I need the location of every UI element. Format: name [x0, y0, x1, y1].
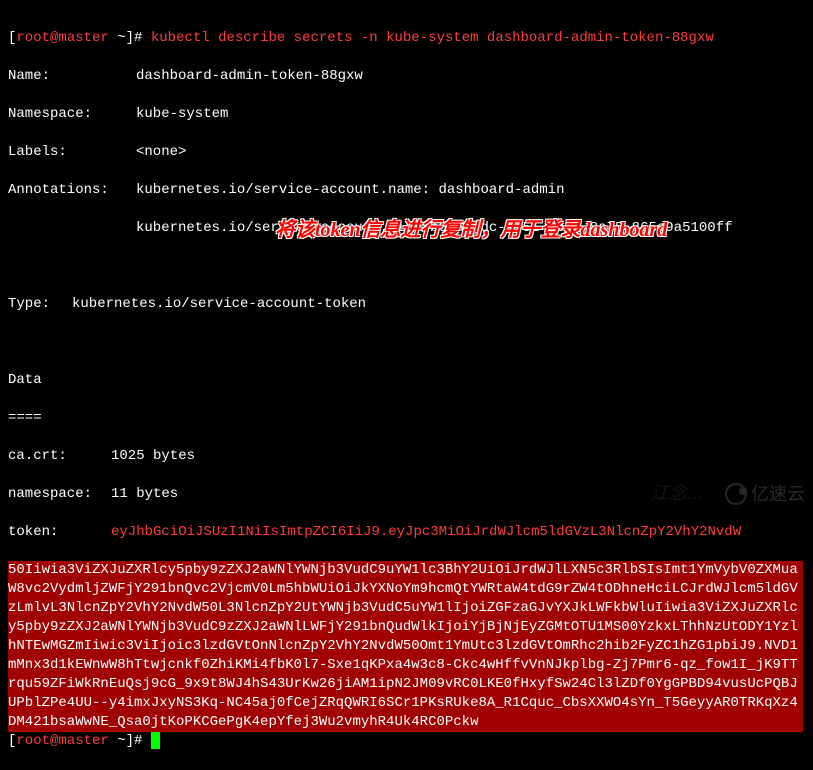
prompt-close: ]#	[126, 30, 151, 46]
command-text: kubectl describe secrets -n kube-system …	[151, 30, 714, 46]
namespace-key: Namespace:	[8, 105, 136, 124]
annotation-overlay: 将该token信息进行复制，用于登录dashboard	[275, 221, 667, 240]
labels-key: Labels:	[8, 143, 136, 162]
terminal-output: [root@master ~]# kubectl describe secret…	[8, 10, 805, 770]
name-value: dashboard-admin-token-88gxw	[136, 68, 363, 84]
prompt-path: ~	[109, 30, 126, 46]
ca-crt-value: 1025 bytes	[111, 448, 195, 464]
token-value-first-line[interactable]: eyJhbGciOiJSUzI1NiIsImtpZCI6IiJ9.eyJpc3M…	[111, 524, 741, 540]
cursor-icon	[151, 732, 160, 749]
prompt-user-host: root@master	[16, 733, 108, 749]
command-line-2[interactable]: [root@master ~]#	[8, 732, 805, 751]
watermark-signature: 江念…	[651, 484, 703, 503]
field-name: Name:dashboard-admin-token-88gxw	[8, 67, 805, 86]
prompt-user-host: root@master	[16, 30, 108, 46]
data-header: Data	[8, 371, 805, 390]
token-key: token:	[8, 523, 111, 542]
namespace-bytes-key: namespace:	[8, 485, 111, 504]
field-type: Type:kubernetes.io/service-account-token	[8, 295, 805, 314]
type-value: kubernetes.io/service-account-token	[72, 296, 366, 312]
watermark-brand-text: 亿速云	[751, 485, 805, 504]
field-labels: Labels:<none>	[8, 143, 805, 162]
annotations-value-1: kubernetes.io/service-account.name: dash…	[136, 182, 564, 198]
namespace-bytes-value: 11 bytes	[111, 486, 178, 502]
ca-crt-key: ca.crt:	[8, 447, 111, 466]
cloud-logo-icon	[725, 483, 747, 505]
field-ca-crt: ca.crt:1025 bytes	[8, 447, 805, 466]
prompt-close: ]#	[126, 733, 151, 749]
command-line: [root@master ~]# kubectl describe secret…	[8, 29, 805, 48]
blank-line	[8, 333, 805, 352]
labels-value: <none>	[136, 144, 186, 160]
data-divider: ====	[8, 409, 805, 428]
annotations-key: Annotations:	[8, 181, 136, 200]
field-namespace: Namespace:kube-system	[8, 105, 805, 124]
field-annotations: Annotations:kubernetes.io/service-accoun…	[8, 181, 805, 200]
namespace-value: kube-system	[136, 106, 228, 122]
type-key: Type:	[8, 295, 72, 314]
prompt-path: ~	[109, 733, 126, 749]
field-token: token:eyJhbGciOiJSUzI1NiIsImtpZCI6IiJ9.e…	[8, 523, 805, 542]
blank-line	[8, 257, 805, 276]
prompt-open: [	[8, 733, 16, 749]
watermark-brand: 亿速云	[725, 483, 805, 505]
token-value-selected[interactable]: 50Iiwia3ViZXJuZXRlcy5pby9zZXJ2aWNlYWNjb3…	[8, 561, 803, 732]
name-key: Name:	[8, 67, 136, 86]
